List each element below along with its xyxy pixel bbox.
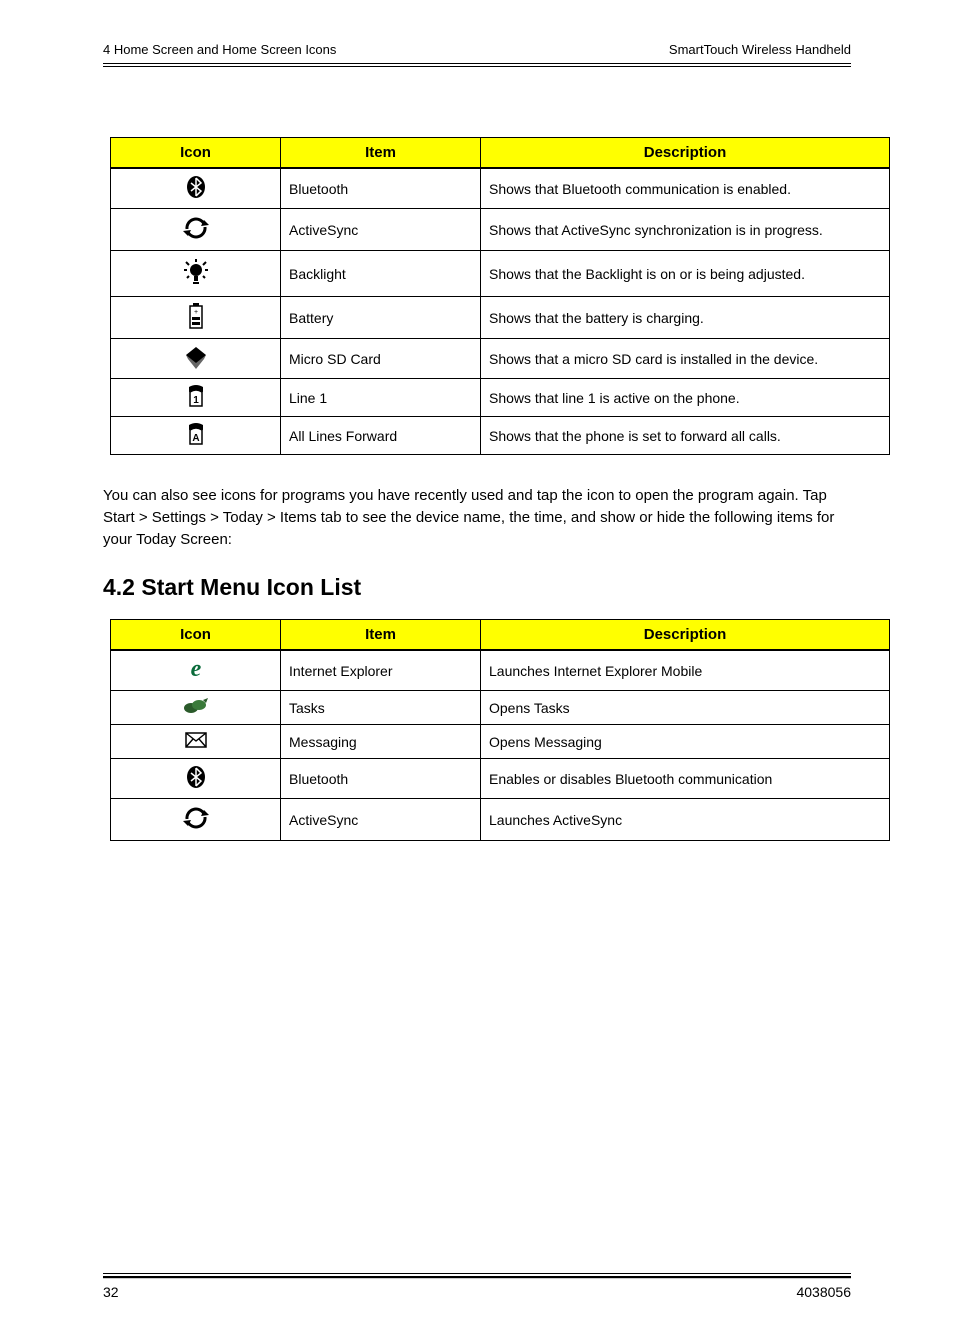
- svg-text:e: e: [190, 657, 201, 681]
- battery-icon: +: [188, 303, 204, 332]
- item-cell: Messaging: [281, 725, 481, 759]
- table-row: Bluetooth Shows that Bluetooth communica…: [111, 168, 890, 209]
- desc-cell: Launches ActiveSync: [481, 799, 890, 841]
- page-number: 32: [103, 1284, 119, 1300]
- col-icon: Icon: [111, 620, 281, 651]
- sync-icon: [181, 215, 211, 244]
- desc-cell: Shows that the battery is charging.: [481, 297, 890, 339]
- item-cell: ActiveSync: [281, 209, 481, 251]
- footer-rule-2: [103, 1276, 851, 1279]
- col-icon: Icon: [111, 138, 281, 169]
- col-item: Item: [281, 620, 481, 651]
- backlight-icon: [181, 257, 211, 290]
- header-rule-2: [103, 66, 851, 67]
- table-row: A All Lines Forward Shows that the phone…: [111, 417, 890, 455]
- table-row: Bluetooth Enables or disables Bluetooth …: [111, 759, 890, 799]
- table-row: + Battery Shows that the battery is char…: [111, 297, 890, 339]
- table-row: e Internet Explorer Launches Internet Ex…: [111, 650, 890, 691]
- table-row: 1 Line 1 Shows that line 1 is active on …: [111, 379, 890, 417]
- item-cell: Backlight: [281, 251, 481, 297]
- table-row: Messaging Opens Messaging: [111, 725, 890, 759]
- desc-cell: Launches Internet Explorer Mobile: [481, 650, 890, 691]
- desc-cell: Shows that line 1 is active on the phone…: [481, 379, 890, 417]
- table-row: Micro SD Card Shows that a micro SD card…: [111, 339, 890, 379]
- desc-cell: Shows that a micro SD card is installed …: [481, 339, 890, 379]
- all-lines-forward-icon: A: [186, 423, 206, 448]
- bluetooth-icon: [184, 765, 208, 792]
- svg-text:+: +: [193, 309, 197, 316]
- desc-cell: Shows that Bluetooth communication is en…: [481, 168, 890, 209]
- description-paragraph: You can also see icons for programs you …: [103, 485, 851, 550]
- col-desc: Description: [481, 620, 890, 651]
- col-desc: Description: [481, 138, 890, 169]
- table-header-row: Icon Item Description: [111, 620, 890, 651]
- item-cell: Bluetooth: [281, 168, 481, 209]
- desc-cell: Enables or disables Bluetooth communicat…: [481, 759, 890, 799]
- item-cell: Line 1: [281, 379, 481, 417]
- table-header-row: Icon Item Description: [111, 138, 890, 169]
- header-right: SmartTouch Wireless Handheld: [669, 42, 851, 57]
- footer-rule-1: [103, 1273, 851, 1274]
- sd-card-icon: [182, 345, 210, 372]
- messaging-icon: [184, 731, 208, 752]
- item-cell: Tasks: [281, 691, 481, 725]
- desc-cell: Shows that ActiveSync synchronization is…: [481, 209, 890, 251]
- svg-text:1: 1: [193, 395, 199, 406]
- table-row: ActiveSync Launches ActiveSync: [111, 799, 890, 841]
- desc-cell: Shows that the phone is set to forward a…: [481, 417, 890, 455]
- sync-icon: [181, 805, 211, 834]
- item-cell: Battery: [281, 297, 481, 339]
- status-icons-table: Icon Item Description Bluetooth Shows th…: [110, 137, 890, 455]
- item-cell: Internet Explorer: [281, 650, 481, 691]
- doc-number: 4038056: [796, 1284, 851, 1300]
- section-title: 4.2 Start Menu Icon List: [103, 574, 851, 601]
- header-rule-1: [103, 63, 851, 64]
- line1-icon: 1: [186, 385, 206, 410]
- start-menu-icons-table: Icon Item Description e Internet Explore…: [110, 619, 890, 841]
- col-item: Item: [281, 138, 481, 169]
- desc-cell: Shows that the Backlight is on or is bei…: [481, 251, 890, 297]
- bluetooth-icon: [184, 175, 208, 202]
- tasks-icon: [183, 697, 209, 718]
- svg-text:A: A: [192, 433, 199, 444]
- item-cell: All Lines Forward: [281, 417, 481, 455]
- header-left: 4 Home Screen and Home Screen Icons: [103, 42, 336, 57]
- table-row: ActiveSync Shows that ActiveSync synchro…: [111, 209, 890, 251]
- table-row: Tasks Opens Tasks: [111, 691, 890, 725]
- desc-cell: Opens Messaging: [481, 725, 890, 759]
- item-cell: ActiveSync: [281, 799, 481, 841]
- ie-icon: e: [184, 657, 208, 684]
- table-row: Backlight Shows that the Backlight is on…: [111, 251, 890, 297]
- desc-cell: Opens Tasks: [481, 691, 890, 725]
- item-cell: Micro SD Card: [281, 339, 481, 379]
- item-cell: Bluetooth: [281, 759, 481, 799]
